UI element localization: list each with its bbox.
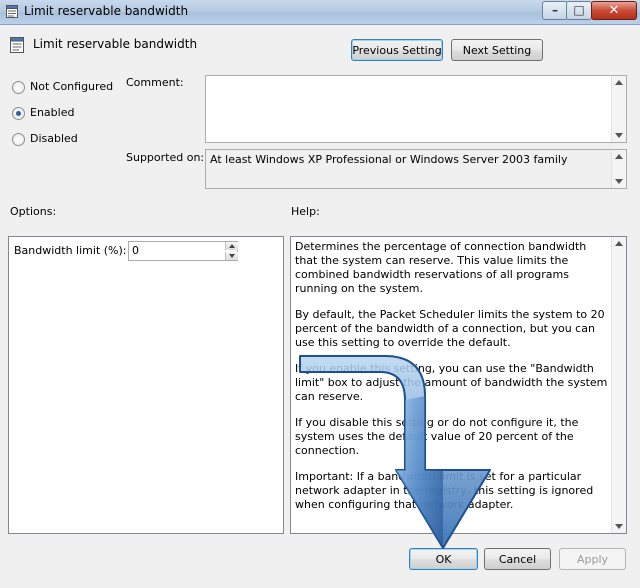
help-paragraph: Important: If a bandwidth limit is set f… xyxy=(295,470,594,511)
supported-on-value: At least Windows XP Professional or Wind… xyxy=(210,153,568,166)
stepper-up-icon[interactable] xyxy=(225,242,238,250)
scroll-up-icon[interactable] xyxy=(615,154,623,159)
help-label: Help: xyxy=(291,205,320,218)
apply-button[interactable]: Apply xyxy=(559,548,626,570)
radio-label: Disabled xyxy=(30,132,78,145)
bandwidth-limit-label: Bandwidth limit (%): xyxy=(14,244,127,257)
dialog-window: Limit reservable bandwidth – □ ✕ Limit r… xyxy=(0,0,640,588)
supported-scrollbar[interactable] xyxy=(611,150,626,188)
bandwidth-limit-stepper[interactable]: 0 xyxy=(128,241,238,261)
close-icon: ✕ xyxy=(608,3,620,18)
help-text: Determines the percentage of connection … xyxy=(295,240,610,524)
policy-setting-icon xyxy=(6,5,18,18)
help-panel: Determines the percentage of connection … xyxy=(290,236,627,534)
help-paragraph: Determines the percentage of connection … xyxy=(295,240,587,295)
supported-on-label: Supported on: xyxy=(126,151,205,164)
title-bar[interactable]: Limit reservable bandwidth – □ ✕ xyxy=(0,0,640,25)
minimize-icon: – xyxy=(552,3,558,17)
cancel-button[interactable]: Cancel xyxy=(484,548,551,570)
window-title: Limit reservable bandwidth xyxy=(24,4,189,18)
scroll-down-icon[interactable] xyxy=(615,133,623,138)
scroll-up-icon[interactable] xyxy=(615,241,623,246)
options-panel: Bandwidth limit (%): 0 xyxy=(8,236,284,534)
comment-field[interactable] xyxy=(205,75,627,143)
radio-label: Not Configured xyxy=(30,80,114,93)
options-label: Options: xyxy=(10,205,57,218)
help-paragraph: By default, the Packet Scheduler limits … xyxy=(295,308,605,349)
bandwidth-limit-value[interactable]: 0 xyxy=(132,244,139,257)
close-button[interactable]: ✕ xyxy=(591,1,637,20)
radio-selected-dot xyxy=(16,111,21,116)
comment-label: Comment: xyxy=(126,76,184,89)
radio-button[interactable] xyxy=(12,133,25,146)
comment-scrollbar[interactable] xyxy=(611,76,626,142)
scroll-up-icon[interactable] xyxy=(615,80,623,85)
setting-title: Limit reservable bandwidth xyxy=(33,37,198,51)
previous-setting-button[interactable]: Previous Setting xyxy=(351,39,443,61)
radio-label: Enabled xyxy=(30,106,75,119)
minimize-button[interactable]: – xyxy=(542,1,568,20)
help-scrollbar[interactable] xyxy=(611,237,626,533)
policy-setting-icon xyxy=(10,37,24,53)
help-paragraph: If you enable this setting, you can use … xyxy=(295,362,608,403)
ok-button[interactable]: OK xyxy=(409,548,478,570)
scroll-down-icon[interactable] xyxy=(615,524,623,529)
help-paragraph: If you disable this setting or do not co… xyxy=(295,416,579,457)
stepper-down-icon[interactable] xyxy=(225,252,238,260)
stepper-buttons xyxy=(225,242,238,260)
next-setting-button[interactable]: Next Setting xyxy=(451,39,543,61)
supported-on-field: At least Windows XP Professional or Wind… xyxy=(205,149,627,189)
maximize-icon: □ xyxy=(573,3,585,17)
radio-button[interactable] xyxy=(12,81,25,94)
maximize-button[interactable]: □ xyxy=(566,1,592,20)
scroll-down-icon[interactable] xyxy=(615,179,623,184)
radio-button[interactable] xyxy=(12,107,25,120)
